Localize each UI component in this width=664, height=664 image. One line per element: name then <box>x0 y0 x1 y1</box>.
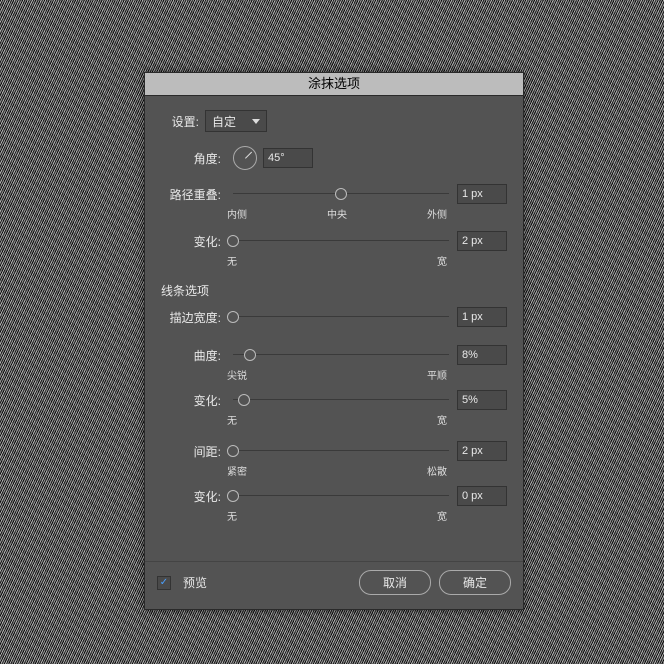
settings-dropdown[interactable]: 自定 <box>205 110 267 132</box>
settings-row: 设置: 自定 <box>161 110 507 132</box>
spacing-var-ticks: 无 宽 <box>227 508 447 523</box>
spacing-var-input[interactable]: 0 px <box>457 486 507 506</box>
curvature-ticks: 尖锐 平顺 <box>227 367 447 382</box>
stroke-width-slider[interactable] <box>233 310 449 324</box>
spacing-row: 间距: 2 px <box>161 441 507 461</box>
angle-dial[interactable] <box>233 146 257 170</box>
path-overlap-row: 路径重叠: 1 px <box>161 184 507 204</box>
tick-right: 外侧 <box>427 206 447 221</box>
stroke-width-label: 描边宽度: <box>161 309 227 326</box>
preview-label: 预览 <box>183 574 207 591</box>
tick-right: 宽 <box>437 253 447 268</box>
settings-label: 设置: <box>161 113 205 130</box>
curvature-var-input[interactable]: 5% <box>457 390 507 410</box>
slider-track <box>233 399 449 400</box>
slider-thumb[interactable] <box>227 235 239 247</box>
angle-input[interactable]: 45° <box>263 148 313 168</box>
angle-label: 角度: <box>161 150 227 167</box>
path-overlap-label: 路径重叠: <box>161 186 227 203</box>
tick-left: 内侧 <box>227 206 247 221</box>
path-variation-slider[interactable] <box>233 234 449 248</box>
curvature-row: 曲度: 8% <box>161 345 507 365</box>
tick-right: 宽 <box>437 412 447 427</box>
spacing-var-label: 变化: <box>161 488 227 505</box>
tick-right: 宽 <box>437 508 447 523</box>
path-variation-ticks: 无 宽 <box>227 253 447 268</box>
path-overlap-slider[interactable] <box>233 187 449 201</box>
spacing-ticks: 紧密 松散 <box>227 463 447 478</box>
slider-thumb[interactable] <box>335 188 347 200</box>
tick-left: 无 <box>227 253 237 268</box>
slider-track <box>233 450 449 451</box>
dialog-footer: 预览 取消 确定 <box>145 561 523 609</box>
spacing-label: 间距: <box>161 443 227 460</box>
slider-track <box>233 240 449 241</box>
angle-row: 角度: 45° <box>161 146 507 170</box>
settings-value: 自定 <box>212 113 246 130</box>
preview-checkbox[interactable] <box>157 576 171 590</box>
tick-left: 无 <box>227 508 237 523</box>
spacing-slider[interactable] <box>233 444 449 458</box>
scribble-options-dialog: 涂抹选项 设置: 自定 角度: 45° 路径重叠: 1 px 内 <box>144 72 524 610</box>
path-variation-label: 变化: <box>161 233 227 250</box>
tick-right: 平顺 <box>427 367 447 382</box>
curvature-var-slider[interactable] <box>233 393 449 407</box>
slider-thumb[interactable] <box>238 394 250 406</box>
slider-thumb[interactable] <box>227 311 239 323</box>
spacing-var-row: 变化: 0 px <box>161 486 507 506</box>
lines-section-title: 线条选项 <box>161 282 507 299</box>
slider-thumb[interactable] <box>244 349 256 361</box>
curvature-var-label: 变化: <box>161 392 227 409</box>
dialog-title: 涂抹选项 <box>145 73 523 96</box>
tick-right: 松散 <box>427 463 447 478</box>
curvature-var-ticks: 无 宽 <box>227 412 447 427</box>
path-variation-row: 变化: 2 px <box>161 231 507 251</box>
slider-track <box>233 316 449 317</box>
stroke-width-input[interactable]: 1 px <box>457 307 507 327</box>
curvature-label: 曲度: <box>161 347 227 364</box>
cancel-button[interactable]: 取消 <box>359 570 431 595</box>
stroke-width-row: 描边宽度: 1 px <box>161 307 507 327</box>
path-overlap-ticks: 内侧 中央 外侧 <box>227 206 447 221</box>
dialog-body: 设置: 自定 角度: 45° 路径重叠: 1 px 内侧 中央 外侧 <box>145 96 523 561</box>
curvature-var-row: 变化: 5% <box>161 390 507 410</box>
path-overlap-input[interactable]: 1 px <box>457 184 507 204</box>
tick-mid: 中央 <box>327 206 347 221</box>
ok-button[interactable]: 确定 <box>439 570 511 595</box>
angle-hand-icon <box>245 152 252 159</box>
path-variation-input[interactable]: 2 px <box>457 231 507 251</box>
spacing-var-slider[interactable] <box>233 489 449 503</box>
spacing-input[interactable]: 2 px <box>457 441 507 461</box>
slider-thumb[interactable] <box>227 445 239 457</box>
slider-track <box>233 495 449 496</box>
chevron-down-icon <box>252 119 260 124</box>
curvature-slider[interactable] <box>233 348 449 362</box>
curvature-input[interactable]: 8% <box>457 345 507 365</box>
slider-thumb[interactable] <box>227 490 239 502</box>
tick-left: 无 <box>227 412 237 427</box>
tick-left: 尖锐 <box>227 367 247 382</box>
tick-left: 紧密 <box>227 463 247 478</box>
slider-track <box>233 354 449 355</box>
